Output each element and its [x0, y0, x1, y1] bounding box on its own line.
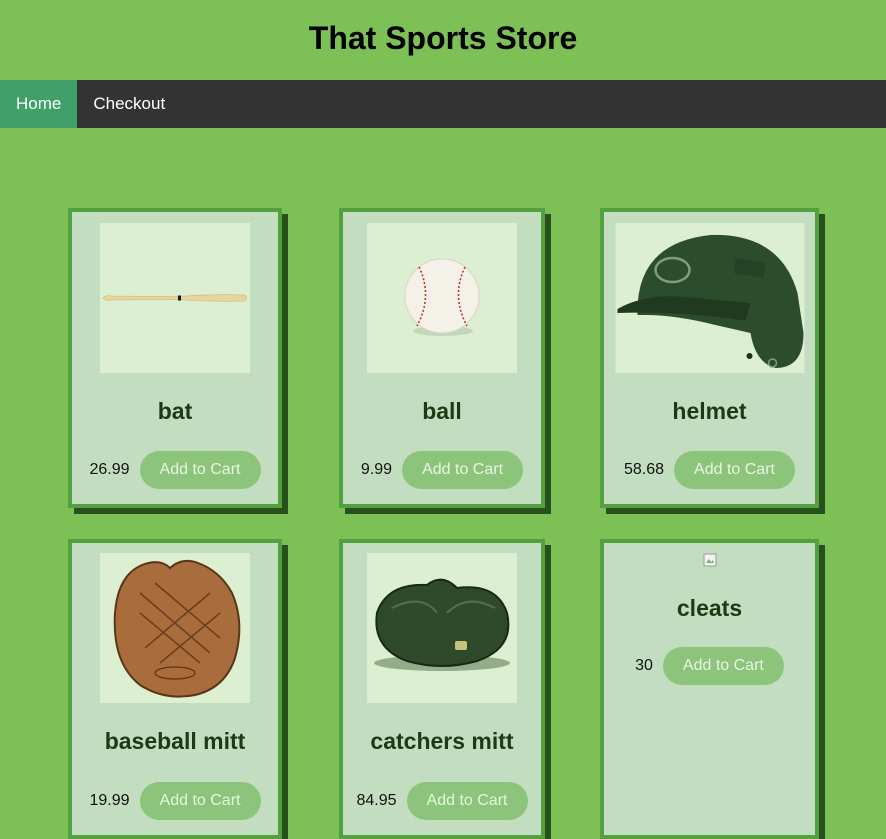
product-name: baseball mitt	[104, 728, 246, 754]
product-name: ball	[422, 398, 462, 424]
bat-image	[100, 223, 250, 373]
product-price: 58.68	[623, 461, 665, 478]
ball-image	[367, 223, 517, 373]
product-price: 84.95	[356, 792, 397, 809]
product-name: helmet	[672, 398, 747, 424]
add-to-cart-button[interactable]: Add to Cart	[139, 782, 261, 820]
baseball-mitt-image	[100, 553, 250, 703]
product-name: catchers mitt	[370, 728, 514, 754]
catchers-mitt-image	[367, 553, 517, 703]
site-title: That Sports Store	[308, 20, 578, 56]
add-to-cart-button[interactable]: Add to Cart	[139, 451, 261, 489]
helmet-image	[615, 223, 804, 373]
product-card-ball: ball 9.99 Add to Cart	[339, 208, 545, 508]
product-price: 19.99	[89, 792, 130, 809]
product-card-catchers-mitt: catchers mitt 84.95 Add to Cart	[339, 539, 545, 839]
add-to-cart-button[interactable]: Add to Cart	[406, 782, 528, 820]
product-footer: 19.99 Add to Cart	[72, 782, 278, 820]
product-price: 26.99	[89, 461, 130, 478]
product-footer: 58.68 Add to Cart	[604, 451, 815, 489]
product-price: 9.99	[360, 461, 393, 478]
product-footer: 9.99 Add to Cart	[343, 451, 541, 489]
add-to-cart-button[interactable]: Add to Cart	[662, 647, 784, 685]
add-to-cart-button[interactable]: Add to Cart	[674, 451, 796, 489]
product-card-helmet: helmet 58.68 Add to Cart	[600, 208, 819, 508]
product-card-cleats: cleats 30 Add to Cart	[600, 539, 819, 839]
nav-home-link[interactable]: Home	[0, 80, 78, 128]
product-name: bat	[157, 398, 193, 424]
broken-image-icon	[703, 553, 717, 567]
navbar: Home Checkout	[0, 80, 886, 128]
add-to-cart-button[interactable]: Add to Cart	[402, 451, 524, 489]
product-price: 30	[635, 657, 653, 674]
product-name: cleats	[676, 595, 743, 621]
product-card-bat: bat 26.99 Add to Cart	[68, 208, 282, 508]
product-footer: 26.99 Add to Cart	[72, 451, 278, 489]
product-footer: 84.95 Add to Cart	[343, 782, 541, 820]
product-card-baseball-mitt: baseball mitt 19.99 Add to Cart	[68, 539, 282, 839]
product-footer: 30 Add to Cart	[604, 647, 815, 685]
nav-checkout-link[interactable]: Checkout	[77, 80, 181, 128]
